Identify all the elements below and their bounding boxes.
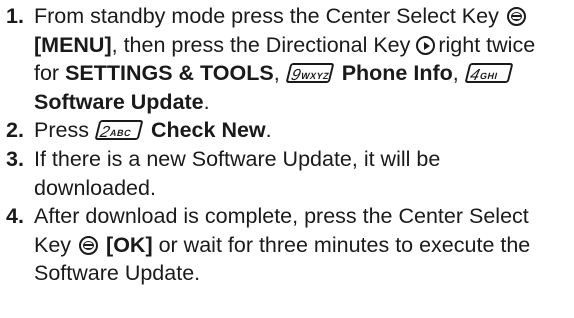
step-number: 3. bbox=[6, 146, 24, 171]
settings-tools-label: SETTINGS & TOOLS bbox=[65, 61, 274, 86]
step-1: 1. From standby mode press the Center Se… bbox=[6, 2, 566, 116]
step-text: If there is a new Software Update, it wi… bbox=[34, 146, 441, 200]
step-text: From standby mode press the Center Selec… bbox=[34, 4, 499, 28]
steps-list: 1. From standby mode press the Center Se… bbox=[6, 2, 566, 288]
key-9-icon: 9WXYZ bbox=[285, 63, 335, 84]
comma: , bbox=[452, 61, 459, 86]
key-letters: ABC bbox=[108, 128, 133, 139]
key-4-icon: 4GHI bbox=[464, 63, 514, 84]
step-number: 4. bbox=[6, 204, 24, 229]
phone-info-label: Phone Info bbox=[341, 61, 453, 86]
key-letters: GHI bbox=[478, 71, 499, 82]
step-text: , then press the Directional Key bbox=[111, 32, 411, 57]
period: . bbox=[203, 89, 210, 114]
ok-label: [OK] bbox=[106, 232, 153, 257]
center-select-key-icon bbox=[79, 235, 99, 255]
center-select-key-icon bbox=[506, 7, 526, 26]
key-letters: WXYZ bbox=[299, 71, 331, 82]
step-number: 1. bbox=[6, 4, 24, 28]
key-digit: 2 bbox=[98, 124, 112, 141]
step-4: 4. After download is complete, press the… bbox=[6, 202, 566, 288]
step-3: 3. If there is a new Software Update, it… bbox=[6, 145, 566, 202]
menu-label: [MENU] bbox=[34, 32, 112, 57]
software-update-label: Software Update bbox=[34, 89, 204, 114]
instruction-page: 1. From standby mode press the Center Se… bbox=[0, 0, 574, 318]
comma: , bbox=[273, 61, 280, 86]
directional-right-key-icon bbox=[416, 35, 436, 55]
key-2-icon: 2ABC bbox=[94, 120, 144, 141]
step-text: Press bbox=[34, 118, 89, 143]
step-number: 2. bbox=[6, 118, 24, 143]
check-new-label: Check New bbox=[150, 118, 266, 143]
step-2: 2. Press 2ABC Check New. bbox=[6, 116, 566, 145]
period: . bbox=[265, 118, 272, 143]
